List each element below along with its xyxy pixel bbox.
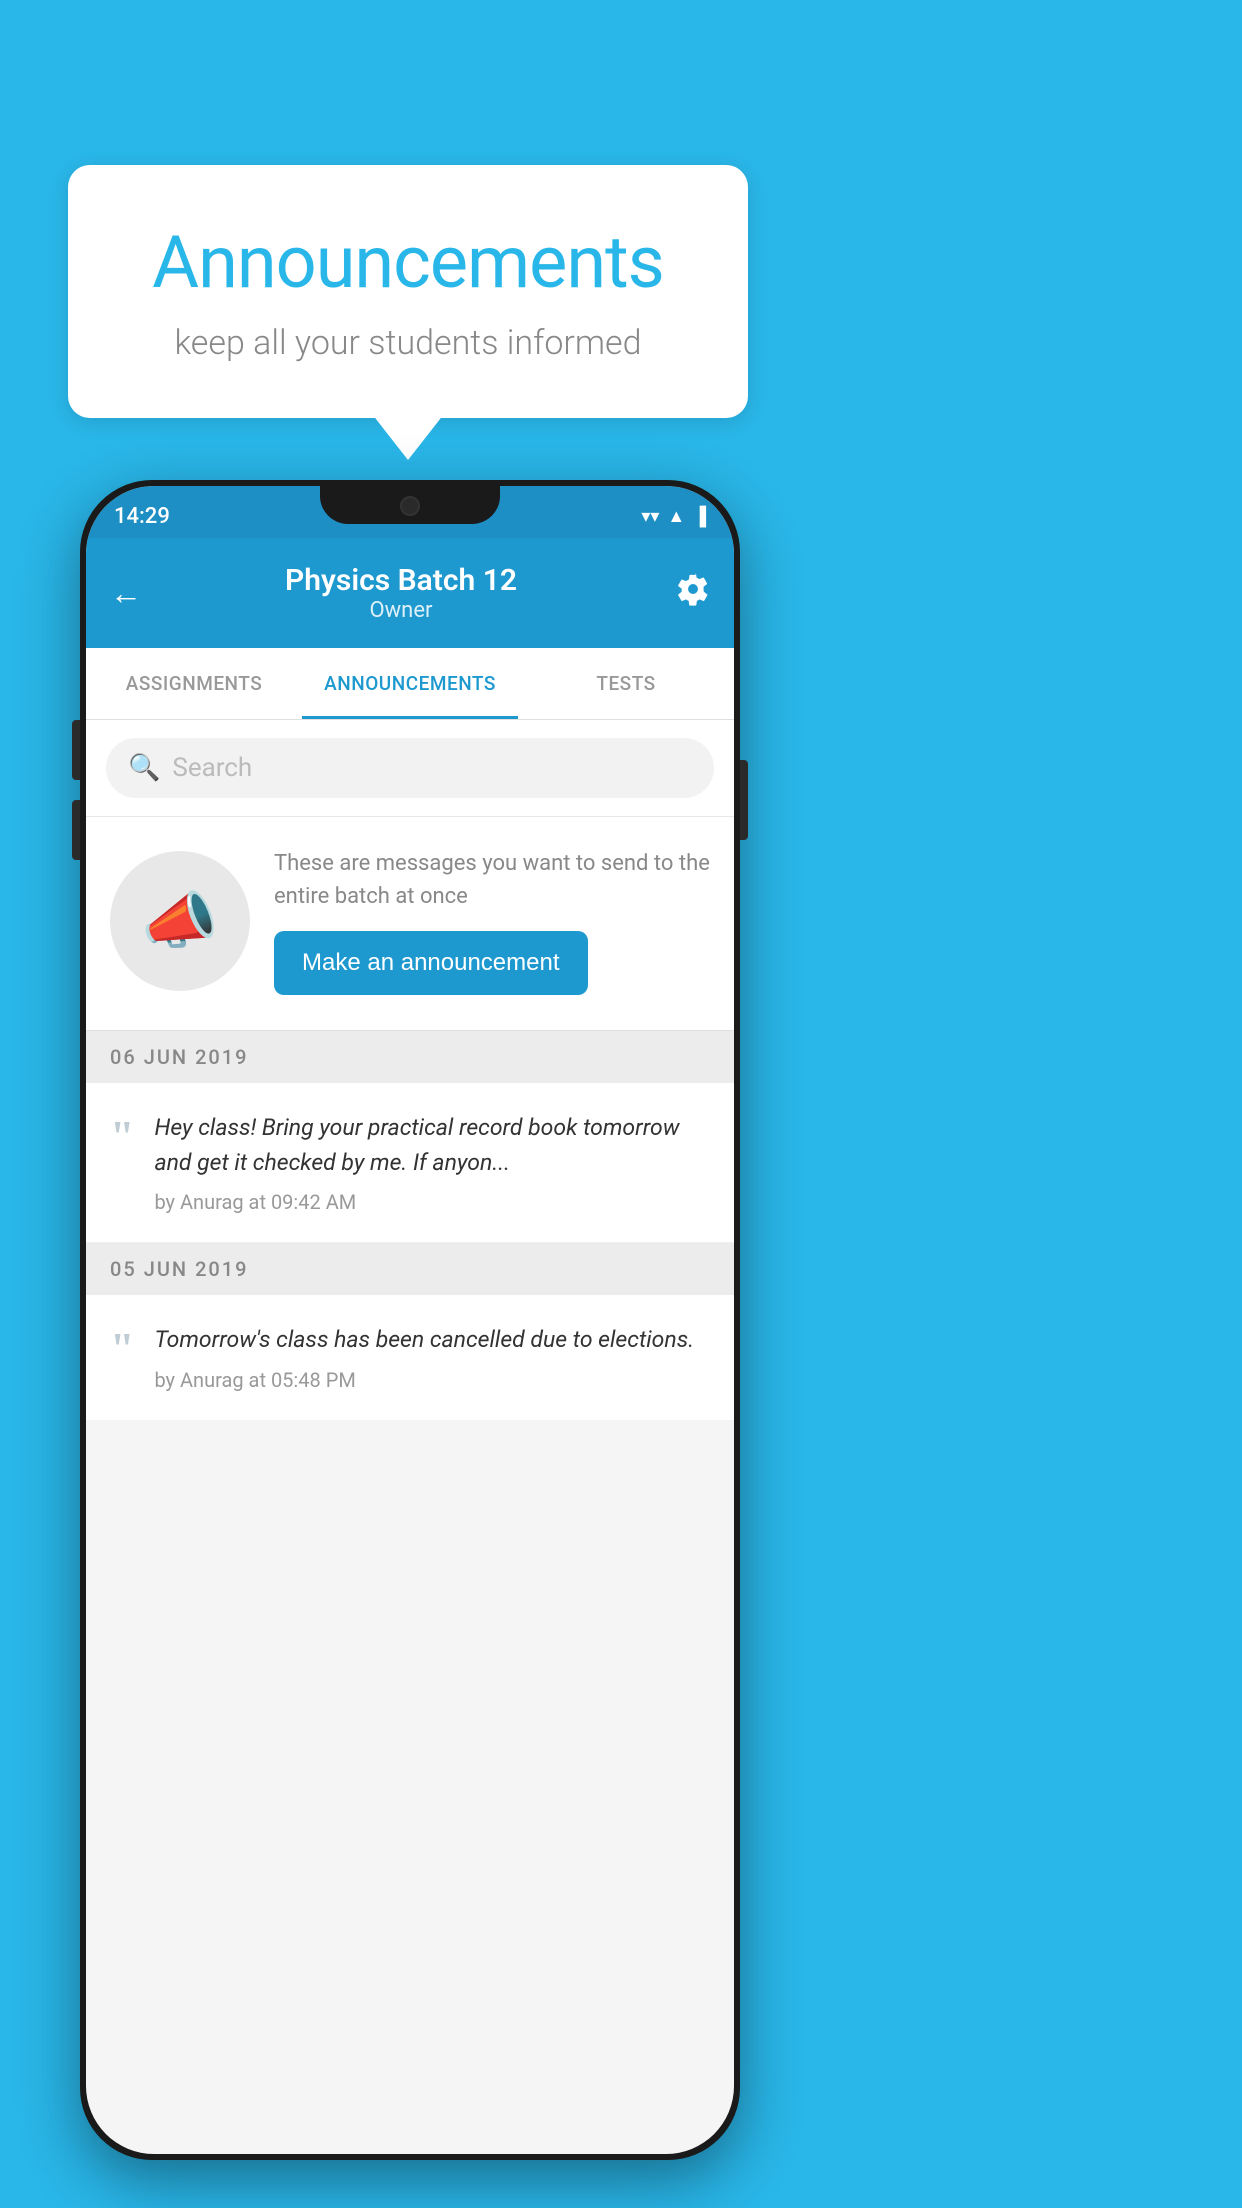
app-bar-title: Physics Batch 12 bbox=[142, 563, 660, 598]
camera bbox=[400, 496, 420, 516]
announcement-item-1[interactable]: " Hey class! Bring your practical record… bbox=[86, 1083, 734, 1243]
power-button bbox=[740, 760, 748, 840]
promo-description: These are messages you want to send to t… bbox=[274, 847, 710, 913]
announcement-text-2: Tomorrow's class has been cancelled due … bbox=[154, 1323, 710, 1358]
settings-button[interactable] bbox=[660, 572, 710, 614]
promo-avatar: 📣 bbox=[110, 851, 250, 991]
tab-tests[interactable]: TESTS bbox=[518, 648, 734, 719]
announcement-content-1: Hey class! Bring your practical record b… bbox=[154, 1111, 710, 1214]
search-bar-container: 🔍 Search bbox=[86, 720, 734, 817]
promo-content: These are messages you want to send to t… bbox=[274, 847, 710, 995]
status-icons: ▾▾ ▲ ▐ bbox=[641, 506, 706, 527]
announcement-content-2: Tomorrow's class has been cancelled due … bbox=[154, 1323, 710, 1392]
speech-bubble-container: Announcements keep all your students inf… bbox=[68, 165, 748, 418]
vol-down-button bbox=[72, 800, 80, 860]
app-bar-title-area: Physics Batch 12 Owner bbox=[142, 563, 660, 623]
announcement-promo: 📣 These are messages you want to send to… bbox=[86, 817, 734, 1031]
wifi-icon: ▾▾ bbox=[641, 506, 659, 527]
speech-bubble: Announcements keep all your students inf… bbox=[68, 165, 748, 418]
quote-icon-2: " bbox=[110, 1327, 134, 1371]
vol-up-button bbox=[72, 720, 80, 780]
make-announcement-button[interactable]: Make an announcement bbox=[274, 931, 588, 995]
search-icon: 🔍 bbox=[128, 753, 160, 783]
back-button[interactable]: ← bbox=[110, 574, 142, 612]
megaphone-icon: 📣 bbox=[141, 885, 218, 958]
battery-icon: ▐ bbox=[693, 506, 706, 527]
app-bar: ← Physics Batch 12 Owner bbox=[86, 538, 734, 648]
phone-screen: 14:29 ▾▾ ▲ ▐ ← Physics Batch 12 Owner bbox=[86, 486, 734, 2154]
announcement-text-1: Hey class! Bring your practical record b… bbox=[154, 1111, 710, 1180]
signal-icon: ▲ bbox=[667, 506, 685, 527]
gear-icon bbox=[676, 572, 710, 606]
quote-icon-1: " bbox=[110, 1115, 134, 1159]
status-time: 14:29 bbox=[114, 504, 170, 529]
phone-notch bbox=[320, 486, 500, 524]
tab-assignments[interactable]: ASSIGNMENTS bbox=[86, 648, 302, 719]
tab-announcements[interactable]: ANNOUNCEMENTS bbox=[302, 648, 518, 719]
date-separator-1: 06 JUN 2019 bbox=[86, 1031, 734, 1083]
tab-bar: ASSIGNMENTS ANNOUNCEMENTS TESTS bbox=[86, 648, 734, 720]
bubble-subtitle: keep all your students informed bbox=[128, 323, 688, 363]
announcement-meta-2: by Anurag at 05:48 PM bbox=[154, 1368, 710, 1392]
search-bar[interactable]: 🔍 Search bbox=[106, 738, 714, 798]
announcement-item-2[interactable]: " Tomorrow's class has been cancelled du… bbox=[86, 1295, 734, 1420]
bubble-title: Announcements bbox=[128, 220, 688, 305]
app-bar-subtitle: Owner bbox=[142, 598, 660, 623]
search-placeholder: Search bbox=[172, 753, 252, 783]
date-separator-2: 05 JUN 2019 bbox=[86, 1243, 734, 1295]
announcement-meta-1: by Anurag at 09:42 AM bbox=[154, 1190, 710, 1214]
phone-frame: 14:29 ▾▾ ▲ ▐ ← Physics Batch 12 Owner bbox=[80, 480, 740, 2160]
